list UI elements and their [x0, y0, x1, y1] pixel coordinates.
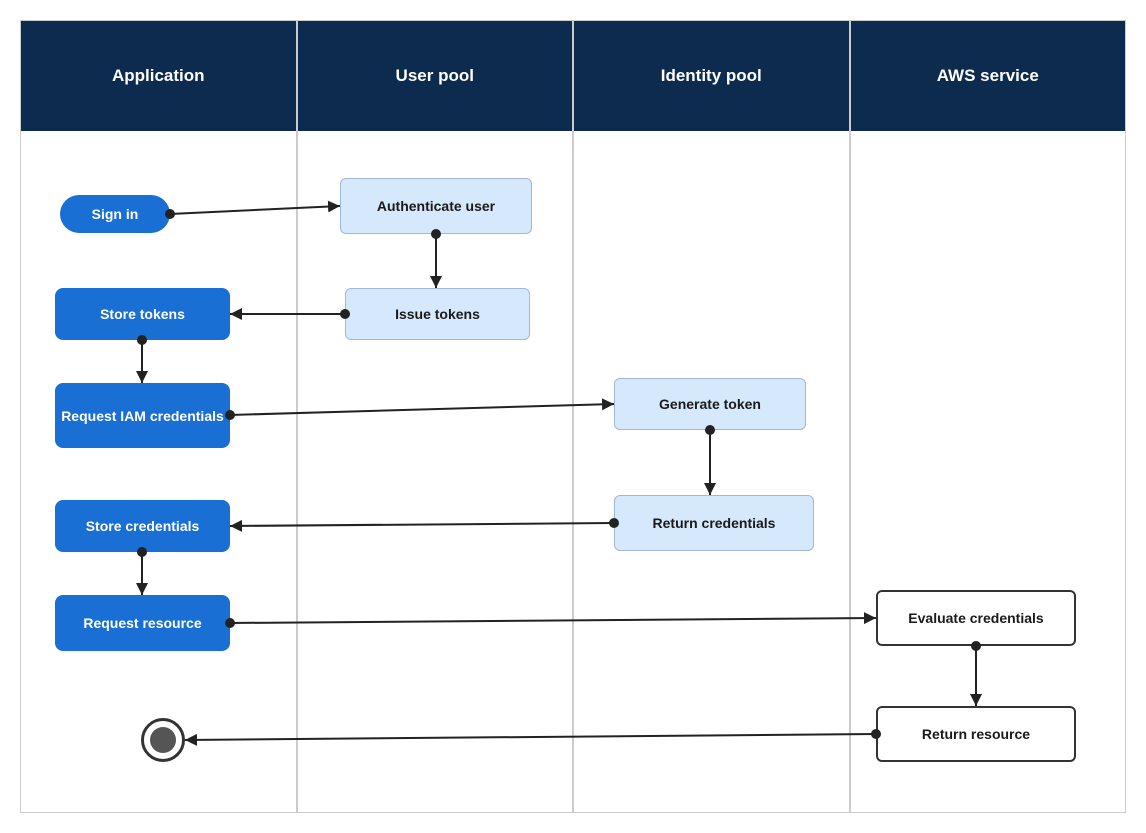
- swimlane-label-user-pool: User pool: [396, 66, 474, 86]
- swimlane-aws-service: AWS service: [850, 20, 1127, 813]
- node-evaluate-credentials-label: Evaluate credentials: [908, 610, 1043, 626]
- node-authenticate-user: Authenticate user: [340, 178, 532, 234]
- swimlane-body-identity-pool: [574, 131, 849, 812]
- diagram-container: Application User pool Identity pool AWS …: [0, 0, 1146, 833]
- node-return-resource-label: Return resource: [922, 726, 1030, 742]
- node-store-tokens-label: Store tokens: [100, 306, 185, 322]
- node-end-inner: [150, 727, 176, 753]
- node-authenticate-user-label: Authenticate user: [377, 198, 495, 214]
- swimlane-header-identity-pool: Identity pool: [574, 21, 849, 131]
- node-sign-in: Sign in: [60, 195, 170, 233]
- node-issue-tokens-label: Issue tokens: [395, 306, 480, 322]
- swimlane-user-pool: User pool: [297, 20, 574, 813]
- swimlane-header-application: Application: [21, 21, 296, 131]
- node-store-tokens: Store tokens: [55, 288, 230, 340]
- node-return-credentials-label: Return credentials: [653, 515, 776, 531]
- node-sign-in-label: Sign in: [92, 206, 139, 222]
- swimlane-header-aws-service: AWS service: [851, 21, 1126, 131]
- node-generate-token: Generate token: [614, 378, 806, 430]
- node-return-resource: Return resource: [876, 706, 1076, 762]
- node-generate-token-label: Generate token: [659, 396, 761, 412]
- node-request-iam-label: Request IAM credentials: [61, 408, 224, 424]
- node-store-credentials-label: Store credentials: [86, 518, 200, 534]
- node-evaluate-credentials: Evaluate credentials: [876, 590, 1076, 646]
- node-store-credentials: Store credentials: [55, 500, 230, 552]
- swimlane-label-identity-pool: Identity pool: [661, 66, 762, 86]
- swimlane-header-user-pool: User pool: [298, 21, 573, 131]
- node-end: [141, 718, 185, 762]
- node-issue-tokens: Issue tokens: [345, 288, 530, 340]
- swimlane-label-aws-service: AWS service: [937, 66, 1039, 86]
- node-request-resource: Request resource: [55, 595, 230, 651]
- node-request-resource-label: Request resource: [83, 615, 201, 631]
- node-request-iam: Request IAM credentials: [55, 383, 230, 448]
- swimlane-label-application: Application: [112, 66, 205, 86]
- swimlane-body-application: [21, 131, 296, 812]
- node-return-credentials: Return credentials: [614, 495, 814, 551]
